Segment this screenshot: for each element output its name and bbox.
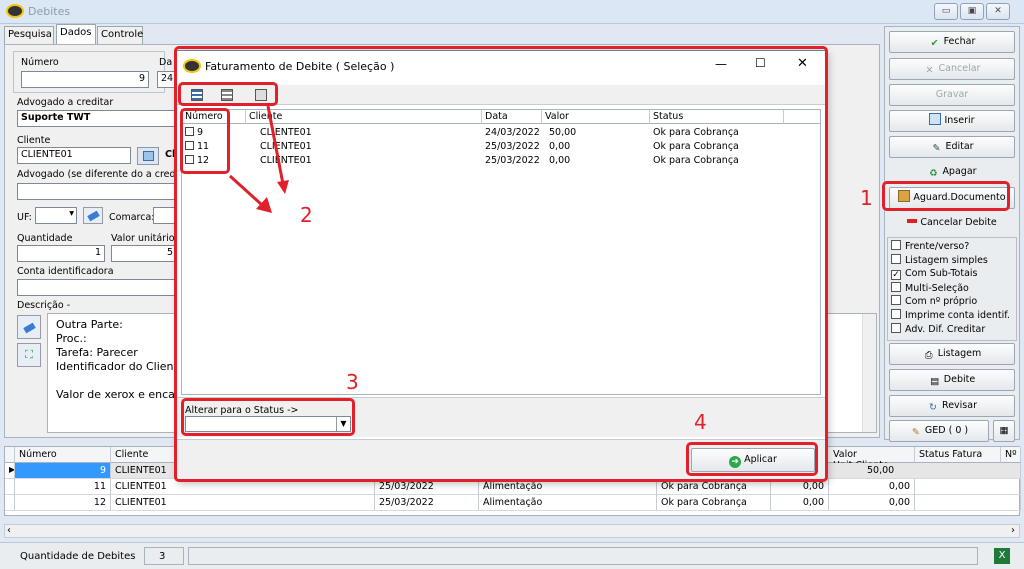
annotation-arrows [228,105,289,213]
annotation-number-2: 2 [300,203,313,227]
annotation-number-1: 1 [860,186,873,210]
arrow-line-down [266,105,285,185]
annotation-number-3: 3 [346,370,359,394]
arrow-head-diag [256,197,272,213]
arrow-line-diag [228,174,264,207]
arrow-head-down [277,180,289,194]
annotation-number-4: 4 [694,410,707,434]
